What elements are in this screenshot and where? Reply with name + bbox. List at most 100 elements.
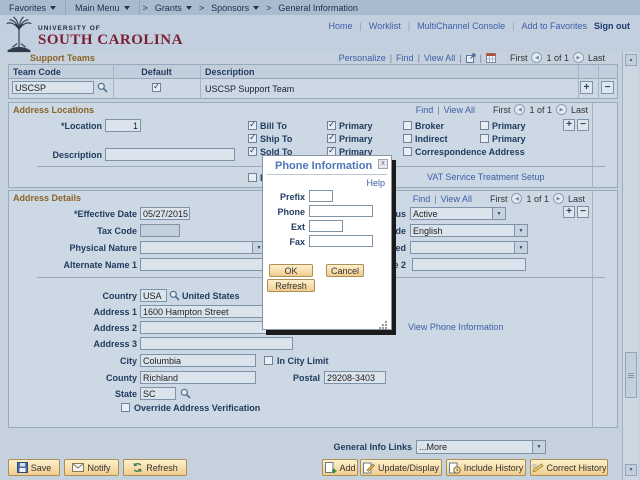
default-checkbox[interactable]: [152, 83, 161, 92]
alternate-name1-input[interactable]: [140, 258, 266, 271]
dropdown-arrow-icon[interactable]: [532, 441, 545, 453]
general-info-links-value: ...More: [419, 442, 448, 452]
phone-input[interactable]: [309, 205, 373, 217]
zoom-grid-icon[interactable]: [465, 53, 476, 63]
view-phone-information-link[interactable]: View Phone Information: [408, 322, 503, 332]
correspondence-address-checkbox[interactable]: [403, 147, 412, 156]
state-input[interactable]: SC: [140, 387, 176, 400]
update-display-button[interactable]: Update/Display: [360, 459, 442, 476]
pager-next-button[interactable]: [572, 52, 584, 63]
breadcrumb-grants[interactable]: Grants: [151, 0, 196, 15]
in-city-limit-label: In City Limit: [277, 356, 329, 366]
bill-primary-checkbox[interactable]: [327, 121, 336, 130]
city-input[interactable]: Columbia: [140, 354, 256, 367]
team-code-input[interactable]: USCSP: [12, 81, 94, 94]
country-input[interactable]: USA: [140, 289, 167, 302]
ok-button[interactable]: OK: [269, 264, 313, 277]
download-grid-icon[interactable]: [485, 52, 496, 63]
ship-primary-checkbox[interactable]: [327, 134, 336, 143]
cancel-button[interactable]: Cancel: [326, 264, 364, 277]
scroll-down-button[interactable]: [625, 464, 637, 476]
include-history-button[interactable]: Include History: [446, 459, 526, 476]
dropdown-arrow-icon[interactable]: [514, 242, 527, 253]
county-input[interactable]: Richland: [140, 371, 256, 384]
pager-prev-button[interactable]: [531, 52, 543, 63]
ext-input[interactable]: [309, 220, 343, 232]
remit-to-checkbox[interactable]: [248, 173, 257, 182]
breadcrumb-main-menu[interactable]: Main Menu: [66, 0, 139, 15]
home-link[interactable]: Home: [329, 21, 353, 31]
breadcrumb-favorites[interactable]: Favorites: [0, 0, 65, 15]
add-row-button[interactable]: +: [563, 206, 575, 218]
help-link[interactable]: Help: [366, 178, 385, 188]
in-city-limit-checkbox[interactable]: [264, 356, 273, 365]
add-row-button[interactable]: +: [580, 81, 593, 94]
pager-last: Last: [570, 104, 588, 115]
vat-service-treatment-setup-link[interactable]: VAT Service Treatment Setup: [427, 172, 545, 182]
status-select[interactable]: Active: [410, 207, 506, 220]
location-input[interactable]: 1: [105, 119, 141, 132]
delete-row-button[interactable]: −: [577, 119, 589, 131]
scrollbar-thumb[interactable]: [625, 352, 637, 398]
scroll-up-button[interactable]: [625, 54, 637, 66]
tax-code-input: [140, 224, 180, 237]
dialog-refresh-button[interactable]: Refresh: [267, 279, 315, 292]
alternate-name2-input[interactable]: [412, 258, 526, 271]
description-input[interactable]: [105, 148, 235, 161]
add-button[interactable]: Add: [322, 459, 358, 476]
lookup-magnifier-icon[interactable]: [180, 388, 191, 399]
notify-button[interactable]: Notify: [64, 459, 119, 476]
fax-input[interactable]: [309, 235, 373, 247]
multichannel-console-link[interactable]: MultiChannel Console: [417, 21, 505, 31]
where-performed-select[interactable]: [410, 241, 528, 254]
delete-row-button[interactable]: −: [577, 206, 589, 218]
sold-to-checkbox[interactable]: [248, 147, 257, 156]
bill-to-checkbox[interactable]: [248, 121, 257, 130]
indirect-checkbox[interactable]: [403, 134, 412, 143]
divider: |: [389, 52, 393, 63]
ship-to-checkbox[interactable]: [248, 134, 257, 143]
pager-prev-button[interactable]: [511, 193, 523, 204]
save-button[interactable]: Save: [8, 459, 60, 476]
view-all-link[interactable]: View All: [424, 53, 455, 63]
dropdown-arrow-icon[interactable]: [514, 225, 527, 236]
sign-out-link[interactable]: Sign out: [594, 21, 630, 31]
lookup-magnifier-icon[interactable]: [169, 290, 180, 301]
vertical-scrollbar[interactable]: [622, 52, 638, 480]
find-link[interactable]: Find: [416, 105, 434, 115]
indirect-primary-checkbox[interactable]: [480, 134, 489, 143]
lookup-magnifier-icon[interactable]: [97, 82, 108, 93]
find-link[interactable]: Find: [396, 53, 414, 63]
general-info-links-select[interactable]: ...More: [416, 440, 546, 454]
address3-input[interactable]: [140, 337, 293, 350]
notify-label: Notify: [87, 462, 111, 473]
find-link[interactable]: Find: [413, 194, 431, 204]
refresh-button[interactable]: Refresh: [123, 459, 187, 476]
view-all-link[interactable]: View All: [444, 105, 475, 115]
personalize-link[interactable]: Personalize: [339, 53, 386, 63]
postal-input[interactable]: 29208-3403: [324, 371, 386, 384]
add-to-favorites-link[interactable]: Add to Favorites: [521, 21, 587, 31]
dropdown-arrow-icon[interactable]: [492, 208, 505, 219]
pager-count: 1 of 1: [529, 104, 552, 115]
breadcrumb-current-page[interactable]: General Information: [274, 0, 362, 15]
worklist-link[interactable]: Worklist: [369, 21, 401, 31]
close-icon[interactable]: x: [378, 159, 388, 169]
correct-history-button[interactable]: Correct History: [530, 459, 608, 476]
resize-grip[interactable]: [385, 321, 387, 323]
pager-next-button[interactable]: [555, 104, 567, 115]
refresh-label: Refresh: [146, 462, 178, 473]
pager-next-button[interactable]: [552, 193, 564, 204]
override-address-verification-checkbox[interactable]: [121, 403, 130, 412]
prefix-input[interactable]: [309, 190, 333, 202]
pager-prev-button[interactable]: [514, 104, 526, 115]
broker-primary-checkbox[interactable]: [480, 121, 489, 130]
delete-row-button[interactable]: −: [601, 81, 614, 94]
effective-date-input[interactable]: 05/27/2015: [140, 207, 190, 220]
add-row-button[interactable]: +: [563, 119, 575, 131]
broker-checkbox[interactable]: [403, 121, 412, 130]
physical-nature-select[interactable]: [140, 241, 266, 254]
view-all-link[interactable]: View All: [441, 194, 472, 204]
language-code-select[interactable]: English: [410, 224, 528, 237]
breadcrumb-sponsors[interactable]: Sponsors: [207, 0, 263, 15]
